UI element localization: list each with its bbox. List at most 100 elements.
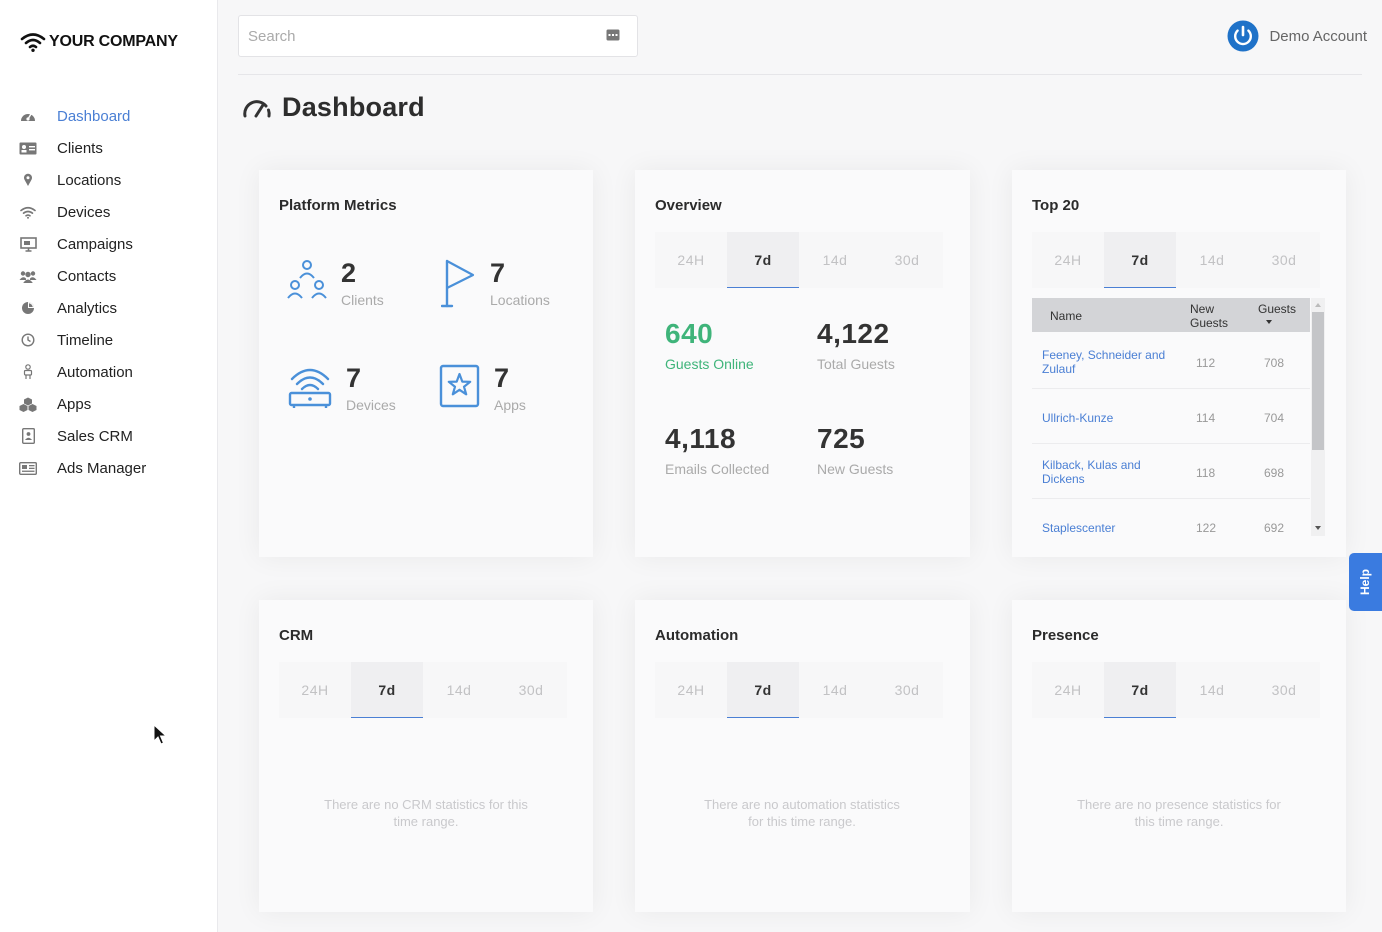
stat-label: Emails Collected	[665, 461, 770, 477]
tab-14d[interactable]: 14d	[423, 662, 495, 718]
sidebar-item-contacts[interactable]: Contacts	[0, 260, 218, 292]
help-button[interactable]: Help	[1349, 553, 1382, 611]
account-menu[interactable]: Demo Account	[1227, 20, 1367, 52]
search-input[interactable]	[239, 16, 599, 56]
keyboard-icon[interactable]	[606, 28, 620, 46]
contact-book-icon	[19, 427, 37, 445]
table-row[interactable]: Feeney, Schneider and Zulauf 112 708	[1032, 334, 1310, 389]
top20-table: Name New Guests Guests Feeney, Schneider…	[1032, 298, 1326, 536]
tab-7d[interactable]: 7d	[727, 232, 799, 288]
stat-value: 4,118	[665, 423, 737, 454]
tab-30d[interactable]: 30d	[871, 662, 943, 718]
cubes-icon	[19, 395, 37, 413]
sidebar-nav: Dashboard Clients Locations Devices Camp…	[0, 100, 218, 484]
metric-clients: 2 Clients	[287, 258, 384, 308]
row-name[interactable]: Feeney, Schneider and Zulauf	[1042, 348, 1172, 376]
presentation-icon	[19, 235, 37, 253]
sidebar-item-devices[interactable]: Devices	[0, 196, 218, 228]
tab-7d[interactable]: 7d	[1104, 662, 1176, 718]
metric-label: Apps	[494, 397, 526, 413]
tab-14d[interactable]: 14d	[799, 662, 871, 718]
sidebar-item-apps[interactable]: Apps	[0, 388, 218, 420]
stat-value: 640	[665, 318, 714, 349]
map-pin-icon	[19, 171, 37, 189]
table-scrollbar[interactable]	[1311, 298, 1325, 536]
stat-emails-collected: 4,118 Emails Collected	[665, 423, 769, 477]
table-row[interactable]: Ullrich-Kunze 114 704	[1032, 389, 1310, 444]
page-title-text: Dashboard	[282, 92, 425, 122]
tab-24h[interactable]: 24H	[279, 662, 351, 718]
tab-24h[interactable]: 24H	[655, 232, 727, 288]
tab-7d[interactable]: 7d	[351, 662, 423, 718]
help-label: Help	[1358, 568, 1373, 596]
tab-14d[interactable]: 14d	[1176, 232, 1248, 288]
tab-30d[interactable]: 30d	[1248, 232, 1320, 288]
card-title: CRM	[279, 627, 314, 644]
metric-value: 7	[494, 363, 510, 393]
tab-14d[interactable]: 14d	[799, 232, 871, 288]
sidebar-item-label: Sales CRM	[57, 427, 133, 445]
flag-icon	[441, 259, 475, 308]
metric-value: 7	[490, 258, 506, 288]
scrollbar-thumb[interactable]	[1312, 312, 1324, 450]
row-name[interactable]: Ullrich-Kunze	[1042, 411, 1172, 425]
sidebar-item-dashboard[interactable]: Dashboard	[0, 100, 218, 132]
stat-value: 4,122	[817, 318, 890, 349]
company-logo[interactable]: YOUR COMPANY	[20, 32, 178, 52]
robot-icon	[19, 363, 37, 381]
empty-state-message: There are no automation statistics for t…	[704, 797, 900, 829]
tab-7d[interactable]: 7d	[1104, 232, 1176, 288]
platform-metrics-card: Platform Metrics 2 Clients 7 Locations 7…	[259, 170, 593, 557]
stat-label: Total Guests	[817, 356, 895, 372]
column-name[interactable]: Name	[1050, 309, 1082, 323]
sidebar-item-ads-manager[interactable]: Ads Manager	[0, 452, 218, 484]
tab-30d[interactable]: 30d	[495, 662, 567, 718]
sidebar-item-timeline[interactable]: Timeline	[0, 324, 218, 356]
column-guests-label: Guests	[1258, 302, 1297, 316]
column-new-guests[interactable]: New Guests	[1190, 302, 1234, 330]
row-name[interactable]: Staplescenter	[1042, 521, 1172, 535]
tab-24h[interactable]: 24H	[655, 662, 727, 718]
sidebar-item-label: Clients	[57, 139, 103, 157]
dashboard-icon	[19, 107, 37, 125]
tab-14d[interactable]: 14d	[1176, 662, 1248, 718]
tab-24h[interactable]: 24H	[1032, 232, 1104, 288]
page-title: Dashboard	[242, 92, 425, 123]
row-new-guests: 114	[1196, 411, 1216, 425]
tab-30d[interactable]: 30d	[1248, 662, 1320, 718]
column-guests[interactable]: Guests	[1258, 302, 1296, 324]
sidebar-item-campaigns[interactable]: Campaigns	[0, 228, 218, 260]
table-header: Name New Guests Guests	[1032, 298, 1310, 332]
top20-card: Top 20 24H 7d 14d 30d Name New Guests Gu…	[1012, 170, 1346, 557]
tab-7d[interactable]: 7d	[727, 662, 799, 718]
stat-new-guests: 725 New Guests	[817, 423, 893, 477]
card-title: Top 20	[1032, 197, 1080, 214]
scroll-up-arrow-icon[interactable]	[1315, 303, 1321, 307]
tab-30d[interactable]: 30d	[871, 232, 943, 288]
metric-devices: 7 Devices	[287, 363, 396, 413]
card-title: Automation	[655, 627, 739, 644]
sidebar-item-automation[interactable]: Automation	[0, 356, 218, 388]
search-box	[238, 15, 638, 57]
time-range-tabs: 24H 7d 14d 30d	[1032, 232, 1320, 288]
row-new-guests: 112	[1196, 356, 1216, 370]
sidebar-item-label: Campaigns	[57, 235, 133, 253]
tab-24h[interactable]: 24H	[1032, 662, 1104, 718]
sidebar-item-label: Contacts	[57, 267, 117, 285]
presence-card: Presence 24H 7d 14d 30d There are no pre…	[1012, 600, 1346, 912]
users-icon	[19, 267, 37, 285]
empty-state-message: There are no CRM statistics for this tim…	[324, 797, 528, 829]
users-group-icon	[287, 260, 327, 299]
row-guests: 708	[1264, 356, 1285, 370]
sidebar-item-clients[interactable]: Clients	[0, 132, 218, 164]
sidebar-item-locations[interactable]: Locations	[0, 164, 218, 196]
mouse-cursor-icon	[153, 724, 167, 745]
sidebar-item-sales-crm[interactable]: Sales CRM	[0, 420, 218, 452]
table-row[interactable]: Kilback, Kulas and Dickens 118 698	[1032, 444, 1310, 499]
stat-total-guests: 4,122 Total Guests	[817, 318, 895, 372]
scroll-down-arrow-icon[interactable]	[1315, 526, 1321, 530]
table-row[interactable]: Staplescenter 122 692	[1032, 499, 1310, 536]
row-name[interactable]: Kilback, Kulas and Dickens	[1042, 458, 1172, 486]
stat-value: 725	[817, 423, 866, 454]
sidebar-item-analytics[interactable]: Analytics	[0, 292, 218, 324]
